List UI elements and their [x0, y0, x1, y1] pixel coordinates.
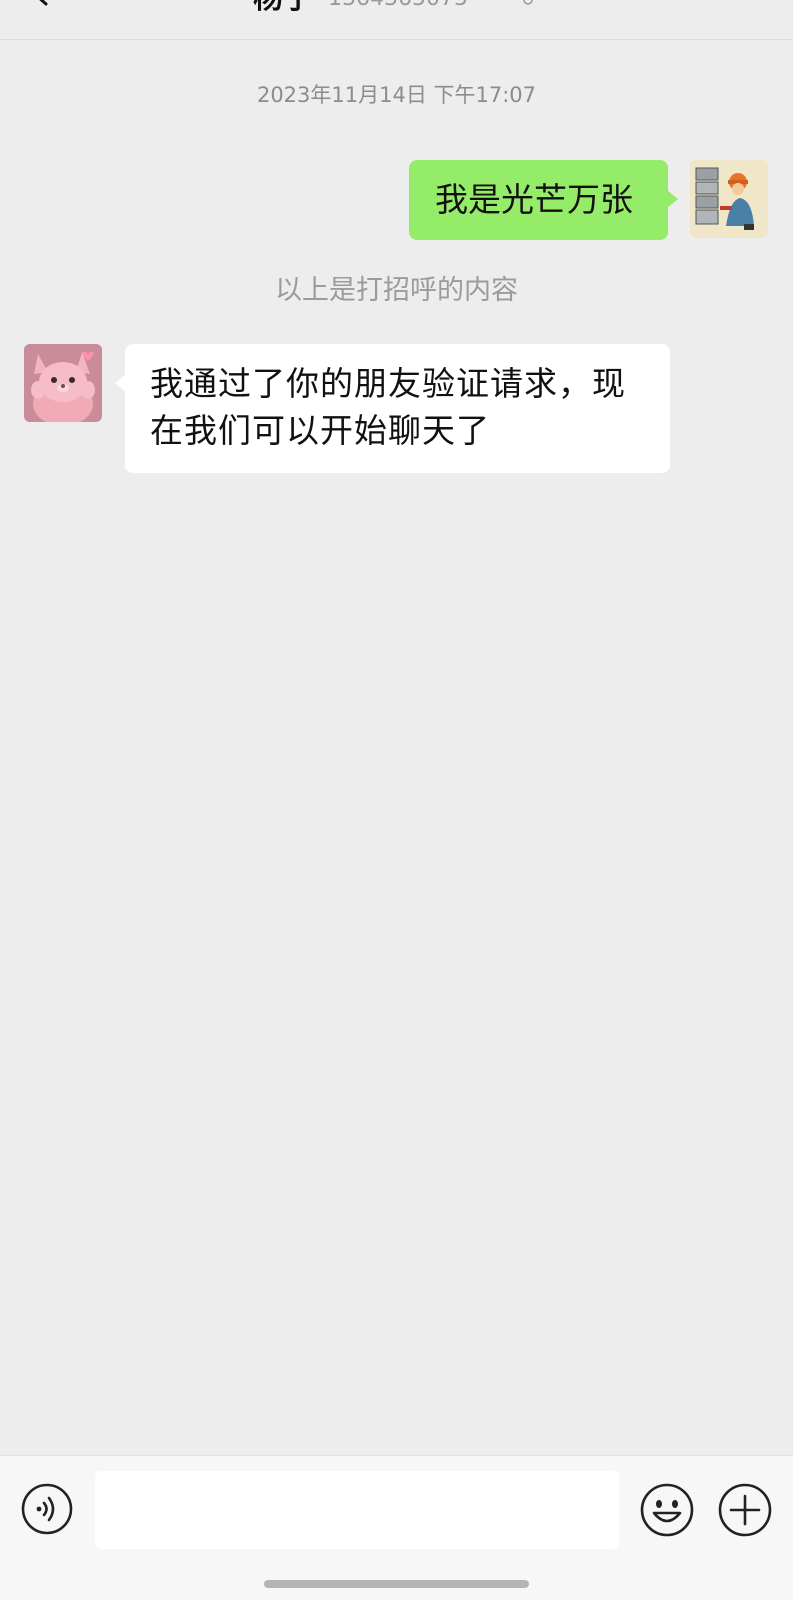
pink-plush-bear-avatar-icon	[24, 344, 102, 422]
chat-screen: 杨子 1364365075 2023年11月14日 下午17:07 我是光芒万张…	[0, 0, 793, 1600]
message-input[interactable]	[95, 1471, 619, 1549]
contact-subtitle: 1364365075	[328, 0, 468, 10]
self-avatar[interactable]	[690, 160, 768, 238]
cartoon-worker-avatar-icon	[690, 160, 768, 238]
contact-name: 杨子	[253, 0, 313, 14]
contact-avatar[interactable]	[24, 344, 102, 422]
chevron-left-icon[interactable]	[32, 0, 52, 6]
status-dot-icon	[523, 0, 533, 5]
voice-icon[interactable]	[21, 1483, 73, 1535]
plus-icon[interactable]	[718, 1483, 772, 1537]
message-timestamp: 2023年11月14日 下午17:07	[256, 83, 537, 107]
emoji-icon[interactable]	[640, 1483, 694, 1537]
home-indicator	[264, 1580, 529, 1588]
chat-header: 杨子 1364365075	[0, 0, 793, 40]
input-bar	[0, 1455, 793, 1600]
message-bubble-contact[interactable]: 我通过了你的朋友验证请求，现在我们可以开始聊天了	[115, 344, 670, 473]
system-note: 以上是打招呼的内容	[275, 275, 518, 306]
message-bubble-self[interactable]: 我是光芒万张	[409, 160, 678, 240]
